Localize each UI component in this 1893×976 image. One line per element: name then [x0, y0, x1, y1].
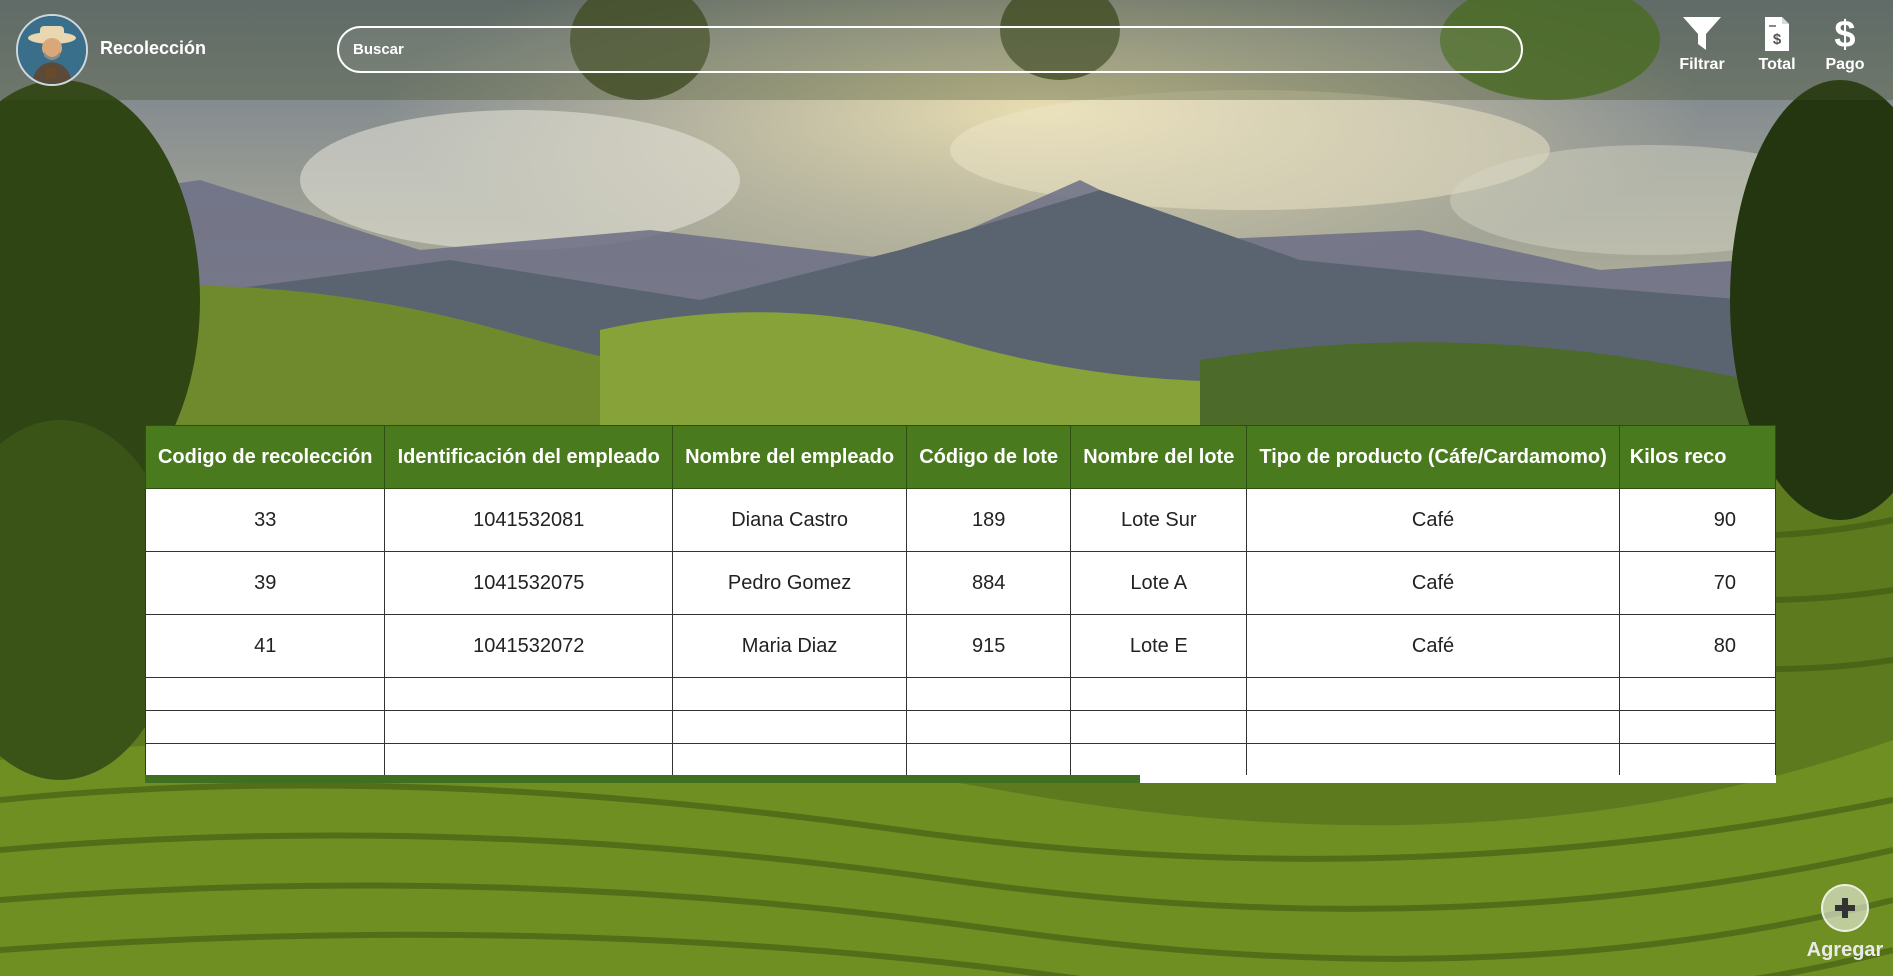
table-cell: 915: [906, 614, 1072, 678]
payment-button[interactable]: $ Pago: [1813, 16, 1877, 86]
svg-text:$: $: [1834, 16, 1855, 52]
column-header[interactable]: Nombre del empleado: [672, 425, 908, 489]
filter-button[interactable]: Filtrar: [1670, 16, 1734, 86]
table-cell: Café: [1246, 551, 1620, 615]
table-cell: 90: [1618, 488, 1776, 552]
empty-table-row: [145, 677, 1776, 711]
column-header[interactable]: Codigo de recolección: [145, 425, 386, 489]
column-header[interactable]: Kilos reco: [1618, 425, 1776, 489]
table-row[interactable]: 33 1041532081 Diana Castro 189 Lote Sur …: [145, 488, 1776, 552]
table-cell: Lote Sur: [1070, 488, 1248, 552]
table-cell: 39: [145, 551, 386, 615]
table-header-row: Codigo de recolección Identificación del…: [145, 425, 1776, 489]
search-input[interactable]: [337, 26, 1523, 73]
empty-table-row: [145, 710, 1776, 744]
table-cell: 884: [906, 551, 1072, 615]
table-cell: 80: [1618, 614, 1776, 678]
table-cell: 33: [145, 488, 386, 552]
total-button[interactable]: $ Total: [1745, 16, 1809, 86]
table-cell: 189: [906, 488, 1072, 552]
add-button-label: Agregar: [1806, 939, 1884, 961]
empty-table-row: [145, 743, 1776, 777]
payment-button-label: Pago: [1825, 56, 1865, 73]
dollar-icon: $: [1834, 16, 1855, 52]
table-cell: Diana Castro: [672, 488, 908, 552]
table-cell: 41: [145, 614, 386, 678]
plus-icon: [1821, 884, 1869, 932]
avatar[interactable]: [16, 14, 88, 86]
horizontal-scrollbar[interactable]: [145, 775, 1776, 783]
table-cell: Lote E: [1070, 614, 1248, 678]
table-cell: 1041532072: [384, 614, 674, 678]
column-header[interactable]: Código de lote: [906, 425, 1072, 489]
scrollbar-thumb[interactable]: [145, 775, 1140, 783]
add-button[interactable]: Agregar: [1800, 884, 1890, 974]
top-header: Recolección Filtrar $ Total $ Pago: [0, 0, 1893, 100]
table-row[interactable]: 41 1041532072 Maria Diaz 915 Lote E Café…: [145, 614, 1776, 678]
filter-button-label: Filtrar: [1679, 56, 1725, 73]
column-header[interactable]: Tipo de producto (Cáfe/Cardamomo): [1246, 425, 1620, 489]
table-cell: Maria Diaz: [672, 614, 908, 678]
column-header[interactable]: Nombre del lote: [1070, 425, 1248, 489]
collection-table-container[interactable]: Codigo de recolección Identificación del…: [145, 425, 1776, 783]
table-row[interactable]: 39 1041532075 Pedro Gomez 884 Lote A Caf…: [145, 551, 1776, 615]
filter-icon: [1683, 17, 1721, 50]
table-cell: Café: [1246, 614, 1620, 678]
column-header[interactable]: Identificación del empleado: [384, 425, 674, 489]
table-cell: Lote A: [1070, 551, 1248, 615]
table-cell: 1041532081: [384, 488, 674, 552]
invoice-icon: $: [1765, 17, 1789, 51]
table-cell: 70: [1618, 551, 1776, 615]
table-cell: Pedro Gomez: [672, 551, 908, 615]
collection-table: Codigo de recolección Identificación del…: [145, 425, 1776, 777]
svg-text:$: $: [1773, 31, 1782, 48]
table-cell: Café: [1246, 488, 1620, 552]
table-cell: 1041532075: [384, 551, 674, 615]
app-title: Recolección: [100, 38, 207, 58]
total-button-label: Total: [1758, 56, 1796, 73]
